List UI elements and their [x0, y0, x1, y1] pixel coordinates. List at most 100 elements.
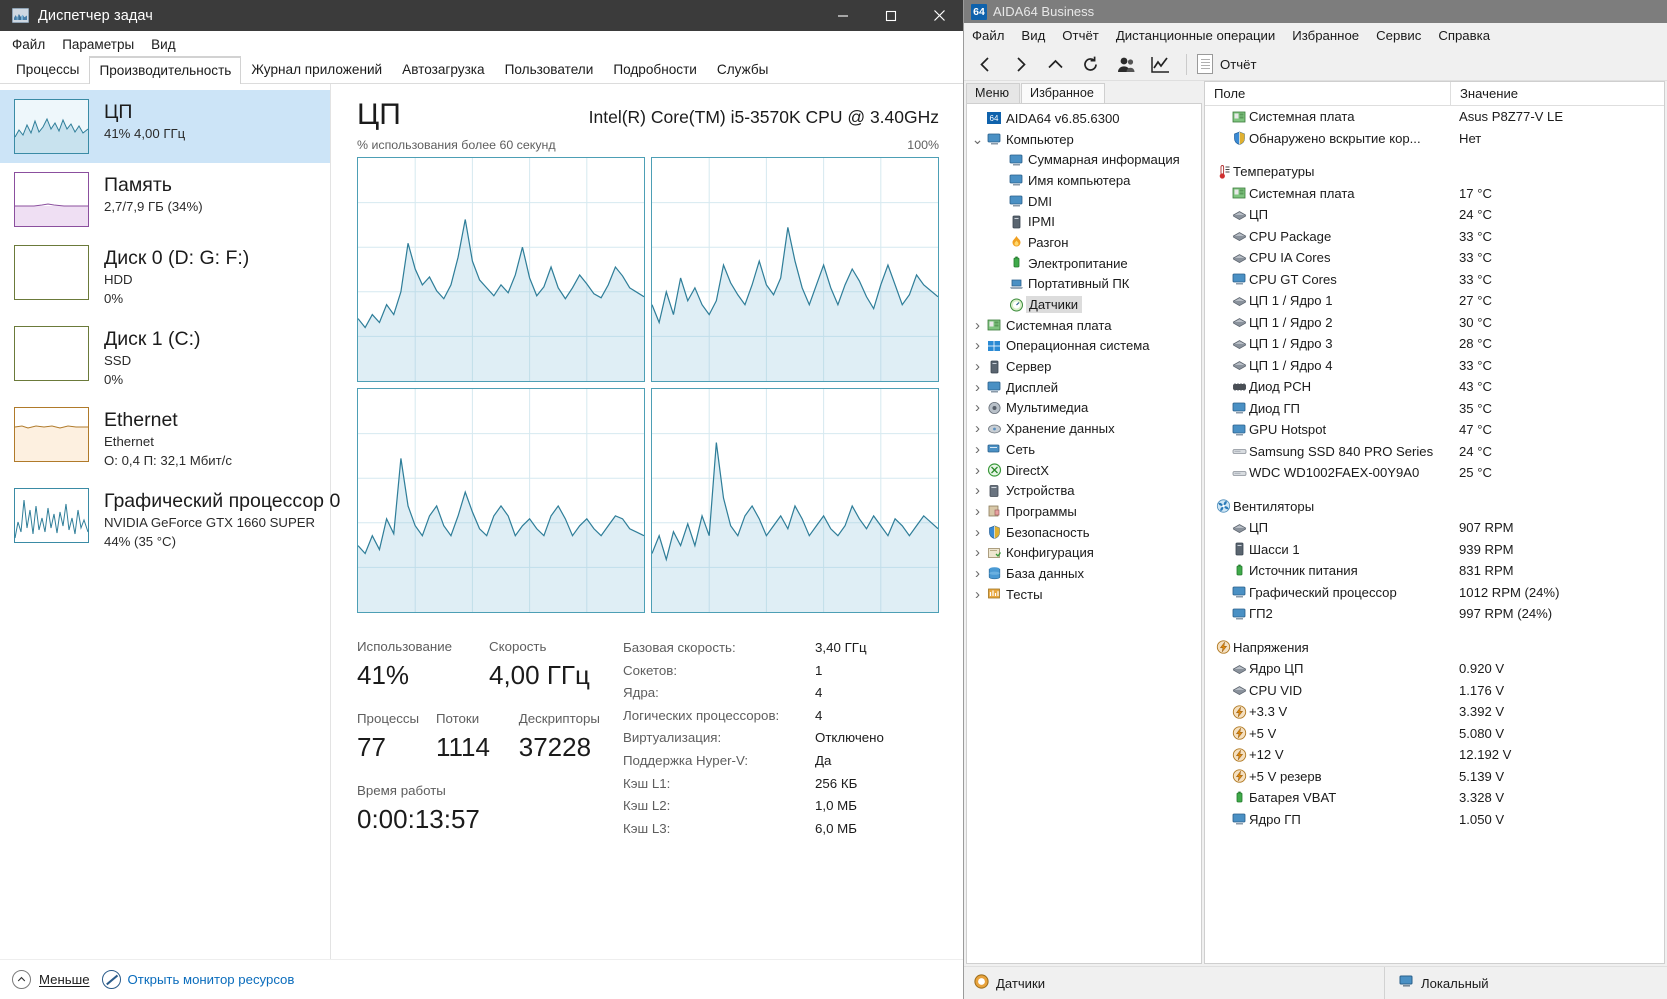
grid-item-row[interactable]: ЦП 1 / Ядро 3 28 °C	[1205, 333, 1664, 355]
sidebar-item-ethernet[interactable]: Ethernet Ethernet О: 0,4 П: 32,1 Мбит/с	[0, 398, 330, 479]
tree-node-6[interactable]: Разгон	[970, 232, 1201, 253]
tab-details[interactable]: Подробности	[603, 56, 707, 83]
grid-item-row[interactable]: +3.3 V 3.392 V	[1205, 701, 1664, 723]
maximize-button[interactable]	[867, 0, 915, 31]
chevron-right-icon[interactable]: ›	[970, 524, 985, 541]
open-resource-monitor-link[interactable]: Открыть монитор ресурсов	[101, 970, 294, 989]
grid-section-row[interactable]: Вентиляторы	[1205, 496, 1664, 518]
tree-node-19[interactable]: › Программы	[970, 501, 1201, 522]
sidebar-item-gpu[interactable]: Графический процессор 0 NVIDIA GeForce G…	[0, 479, 340, 560]
tree-node-8[interactable]: Портативный ПК	[970, 274, 1201, 295]
tree-node-18[interactable]: › Устройства	[970, 480, 1201, 501]
grid-item-row[interactable]: Ядро ЦП 0.920 V	[1205, 658, 1664, 680]
chart-button[interactable]	[1145, 51, 1176, 78]
grid-item-row[interactable]: CPU Package 33 °C	[1205, 226, 1664, 248]
chevron-right-icon[interactable]: ›	[970, 337, 985, 354]
chevron-right-icon[interactable]: ›	[970, 462, 985, 479]
menu-item-report[interactable]: Отчёт	[1062, 28, 1099, 43]
grid-item-row[interactable]: ЦП 907 RPM	[1205, 517, 1664, 539]
chevron-right-icon[interactable]: ›	[970, 586, 985, 603]
navigation-tree[interactable]: 64 AIDA64 v6.85.6300 ⌄ Компьютер Суммарная и…	[966, 103, 1202, 964]
forward-button[interactable]	[1005, 51, 1036, 78]
up-button[interactable]	[1040, 51, 1071, 78]
tree-node-22[interactable]: › База данных	[970, 563, 1201, 584]
menu-item-file[interactable]: Файл	[12, 37, 45, 52]
sidebar-item-disk0[interactable]: Диск 0 (D: G: F:) HDD 0%	[0, 236, 330, 317]
sidebar-item-memory[interactable]: Память 2,7/7,9 ГБ (34%)	[0, 163, 330, 236]
menu-item-remote-operations[interactable]: Дистанционные операции	[1116, 28, 1275, 43]
tab-app-history[interactable]: Журнал приложений	[241, 56, 392, 83]
chevron-right-icon[interactable]: ›	[970, 503, 985, 520]
grid-item-row[interactable]: Системная плата Asus P8Z77-V LE	[1205, 106, 1664, 128]
tab-menu[interactable]: Меню	[966, 83, 1021, 103]
grid-item-row[interactable]: CPU IA Cores 33 °C	[1205, 247, 1664, 269]
close-button[interactable]	[915, 0, 963, 31]
tree-node-3[interactable]: Имя компьютера	[970, 170, 1201, 191]
chevron-right-icon[interactable]: ›	[970, 379, 985, 396]
grid-item-row[interactable]: ЦП 1 / Ядро 2 30 °C	[1205, 312, 1664, 334]
tree-node-4[interactable]: DMI	[970, 191, 1201, 212]
tree-node-1[interactable]: ⌄ Компьютер	[970, 129, 1201, 150]
tab-performance[interactable]: Производительность	[89, 57, 242, 84]
back-button[interactable]	[970, 51, 1001, 78]
tree-node-2[interactable]: Суммарная информация	[970, 149, 1201, 170]
tree-node-17[interactable]: › DirectX	[970, 460, 1201, 481]
chevron-right-icon[interactable]: ›	[970, 482, 985, 499]
grid-item-row[interactable]: Графический процессор 1012 RPM (24%)	[1205, 582, 1664, 604]
tree-node-13[interactable]: › Дисплей	[970, 377, 1201, 398]
tree-node-11[interactable]: › Операционная система	[970, 336, 1201, 357]
tab-processes[interactable]: Процессы	[6, 56, 89, 83]
sidebar-item-disk1[interactable]: Диск 1 (C:) SSD 0%	[0, 317, 330, 398]
tree-node-7[interactable]: Электропитание	[970, 253, 1201, 274]
fewer-details-button[interactable]: Меньше	[12, 970, 90, 989]
tab-favorites[interactable]: Избранное	[1021, 83, 1105, 103]
chevron-right-icon[interactable]: ›	[970, 399, 985, 416]
grid-item-row[interactable]: Системная плата 17 °C	[1205, 183, 1664, 205]
grid-item-row[interactable]: Диод ГП 35 °C	[1205, 398, 1664, 420]
grid-item-row[interactable]: ЦП 1 / Ядро 1 27 °C	[1205, 290, 1664, 312]
tab-startup[interactable]: Автозагрузка	[392, 56, 494, 83]
grid-item-row[interactable]: ЦП 24 °C	[1205, 204, 1664, 226]
tree-node-0[interactable]: 64 AIDA64 v6.85.6300	[970, 108, 1201, 129]
tree-node-10[interactable]: › Системная плата	[970, 315, 1201, 336]
tree-node-14[interactable]: › Мультимедиа	[970, 398, 1201, 419]
tree-node-12[interactable]: › Сервер	[970, 356, 1201, 377]
grid-item-row[interactable]: +5 V 5.080 V	[1205, 723, 1664, 745]
grid-item-row[interactable]: GPU Hotspot 47 °C	[1205, 419, 1664, 441]
menu-item-help[interactable]: Справка	[1438, 28, 1490, 43]
sidebar-item-cpu[interactable]: ЦП 41% 4,00 ГГц	[0, 90, 330, 163]
tree-node-23[interactable]: › Тесты	[970, 584, 1201, 605]
tree-node-21[interactable]: › Конфигурация	[970, 542, 1201, 563]
grid-item-row[interactable]: Ядро ГП 1.050 V	[1205, 809, 1664, 831]
chevron-right-icon[interactable]: ›	[970, 358, 985, 375]
grid-item-row[interactable]: Батарея VBAT 3.328 V	[1205, 787, 1664, 809]
grid-item-row[interactable]: ГП2 997 RPM (24%)	[1205, 603, 1664, 625]
chevron-right-icon[interactable]: ›	[970, 544, 985, 561]
grid-item-row[interactable]: CPU GT Cores 33 °C	[1205, 269, 1664, 291]
tree-node-5[interactable]: IPMI	[970, 211, 1201, 232]
tab-services[interactable]: Службы	[707, 56, 779, 83]
chevron-right-icon[interactable]: ›	[970, 317, 985, 334]
grid-section-row[interactable]: Напряжения	[1205, 637, 1664, 659]
menu-item-service[interactable]: Сервис	[1376, 28, 1421, 43]
chevron-right-icon[interactable]: ›	[970, 420, 985, 437]
menu-item-favorites[interactable]: Избранное	[1292, 28, 1359, 43]
chevron-right-icon[interactable]: ›	[970, 441, 985, 458]
menu-item-file[interactable]: Файл	[972, 28, 1004, 43]
grid-item-row[interactable]: Диод PCH 43 °C	[1205, 376, 1664, 398]
minimize-button[interactable]	[819, 0, 867, 31]
grid-item-row[interactable]: Шасси 1 939 RPM	[1205, 539, 1664, 561]
report-button[interactable]: Отчёт	[1197, 54, 1265, 74]
menu-item-options[interactable]: Параметры	[62, 37, 134, 52]
grid-item-row[interactable]: CPU VID 1.176 V	[1205, 680, 1664, 702]
refresh-button[interactable]	[1075, 51, 1106, 78]
grid-item-row[interactable]: Обнаружено вскрытие кор... Нет	[1205, 128, 1664, 150]
grid-section-row[interactable]: Температуры	[1205, 161, 1664, 183]
menu-item-view[interactable]: Вид	[1021, 28, 1045, 43]
grid-item-row[interactable]: Источник питания 831 RPM	[1205, 560, 1664, 582]
grid-item-row[interactable]: Samsung SSD 840 PRO Series 24 °C	[1205, 441, 1664, 463]
chevron-down-icon[interactable]: ⌄	[970, 132, 985, 146]
grid-item-row[interactable]: WDC WD1002FAEX-00Y9A0 25 °C	[1205, 462, 1664, 484]
grid-item-row[interactable]: ЦП 1 / Ядро 4 33 °C	[1205, 355, 1664, 377]
tree-node-20[interactable]: › Безопасность	[970, 522, 1201, 543]
